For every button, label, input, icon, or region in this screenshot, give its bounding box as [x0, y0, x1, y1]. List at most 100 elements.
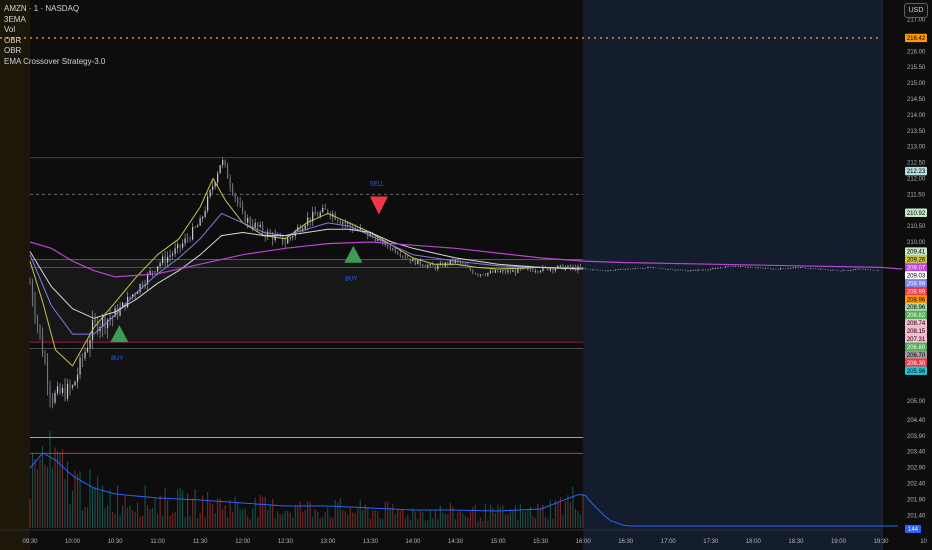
time-tick-label: 10 [920, 539, 927, 545]
price-candle [714, 267, 717, 269]
price-candle [174, 248, 176, 254]
volume-bar [402, 509, 404, 528]
price-candle [679, 269, 682, 271]
volume-bar [224, 505, 226, 528]
price-candle [392, 248, 394, 250]
price-candle [602, 270, 604, 271]
symbol-title[interactable]: AMZN · 1 · NASDAQ [4, 4, 105, 15]
price-candle [805, 267, 807, 269]
volume-bar [362, 509, 364, 528]
price-candle [822, 268, 824, 270]
price-tag-label: 208.15 [907, 329, 926, 335]
volume-bar [419, 510, 421, 528]
volume-bar [127, 507, 129, 528]
price-candle [237, 197, 239, 203]
volume-bar [534, 518, 536, 528]
price-candle [815, 268, 817, 270]
price-candle [762, 268, 764, 269]
price-tag-label: 208.82 [907, 313, 926, 319]
volume-bar [522, 511, 524, 528]
volume-bar [64, 479, 66, 528]
price-tick-label: 201.40 [907, 513, 926, 519]
price-candle [702, 269, 704, 271]
volume-bar [439, 505, 441, 528]
price-candle [437, 265, 439, 269]
price-candle [322, 207, 324, 213]
price-candle [692, 269, 694, 271]
volume-bar [377, 511, 379, 528]
volume-bar [61, 449, 64, 528]
volume-bar [582, 493, 584, 528]
price-candle [389, 246, 391, 250]
price-candle [817, 268, 819, 270]
volume-bar [249, 519, 251, 528]
volume-bar [257, 517, 259, 528]
price-candle [484, 274, 486, 276]
currency-button[interactable]: USD [904, 3, 928, 18]
volume-bar [39, 459, 41, 528]
volume-bar [227, 517, 229, 528]
volume-bar [412, 508, 414, 528]
volume-bar [449, 502, 451, 528]
volume-bar [517, 519, 519, 528]
price-candle [222, 160, 224, 166]
volume-bar [46, 467, 49, 528]
price-candle [76, 374, 79, 382]
volume-bar [262, 496, 264, 528]
volume-bar [69, 504, 71, 528]
volume-bar [304, 509, 306, 528]
indicator-obr-1[interactable]: OBR [4, 36, 105, 47]
price-candle [66, 383, 69, 399]
volume-bar [359, 499, 361, 528]
volume-bar [357, 508, 359, 528]
pre-market-session [0, 0, 30, 550]
price-candle [682, 269, 684, 271]
volume-bar [189, 515, 191, 528]
volume-bar [159, 495, 161, 528]
price-candle [344, 222, 346, 224]
price-candle [424, 265, 426, 267]
price-candle [402, 256, 404, 257]
price-candle [194, 226, 196, 228]
indicator-obr-2[interactable]: OBR [4, 46, 105, 57]
price-tag-label: 208.99 [907, 289, 926, 295]
price-candle [669, 269, 672, 270]
indicator-ema-crossover[interactable]: EMA Crossover Strategy-3.0 [4, 57, 105, 68]
post-market-session [583, 0, 882, 550]
price-candle [604, 270, 607, 272]
price-candle [512, 270, 514, 272]
price-candle [584, 267, 587, 270]
price-candle [162, 256, 164, 264]
volume-bar [397, 509, 399, 528]
price-tick-label: 205.00 [907, 399, 926, 405]
chart-legend: AMZN · 1 · NASDAQ 3EMA Vol OBR OBR EMA C… [4, 4, 105, 67]
price-candle [234, 194, 236, 198]
volume-bar [229, 499, 231, 528]
price-candle [850, 270, 852, 271]
price-chart[interactable]: BUY BUY SELL 09:30 10:00 10:30 11:00 11:30 12:0… [0, 0, 932, 550]
price-candle [407, 257, 409, 259]
price-candle [607, 270, 609, 272]
volume-bar [432, 518, 434, 528]
buy-signal-marker[interactable] [344, 245, 363, 263]
price-candle [722, 267, 724, 269]
volume-bar [404, 518, 406, 528]
price-candle [507, 270, 509, 273]
volume-bar [244, 508, 246, 528]
price-tag-label: 208.99 [907, 281, 926, 287]
volume-bar [532, 516, 534, 528]
price-candle [729, 265, 732, 267]
price-candle [707, 269, 709, 271]
indicator-3ema[interactable]: 3EMA [4, 15, 105, 26]
price-candle [870, 269, 872, 271]
time-tick-label: 14:30 [448, 539, 464, 545]
indicator-vol[interactable]: Vol [4, 25, 105, 36]
volume-bar [254, 497, 256, 528]
price-candle [659, 268, 662, 269]
sell-signal-marker[interactable] [369, 196, 388, 215]
price-candle [339, 221, 341, 224]
price-candle [624, 269, 627, 270]
price-candle [752, 266, 754, 268]
volume-bar [389, 507, 391, 528]
time-tick-label: 16:00 [576, 539, 592, 545]
